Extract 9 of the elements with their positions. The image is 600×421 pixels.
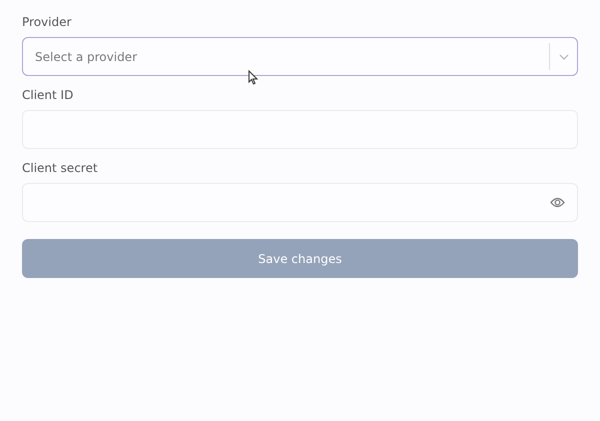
placeholder-text: Select a provider bbox=[35, 50, 138, 64]
field-label: Client ID bbox=[22, 87, 74, 103]
mouse-pointer-icon bbox=[248, 70, 259, 85]
chevron-down-icon[interactable] bbox=[559, 54, 569, 60]
provider-select[interactable]: Select a provider bbox=[22, 37, 578, 76]
field-label: Client secret bbox=[22, 160, 98, 176]
password-field[interactable] bbox=[22, 183, 578, 222]
eye-icon[interactable] bbox=[550, 197, 565, 208]
field-label: Provider bbox=[22, 14, 72, 30]
